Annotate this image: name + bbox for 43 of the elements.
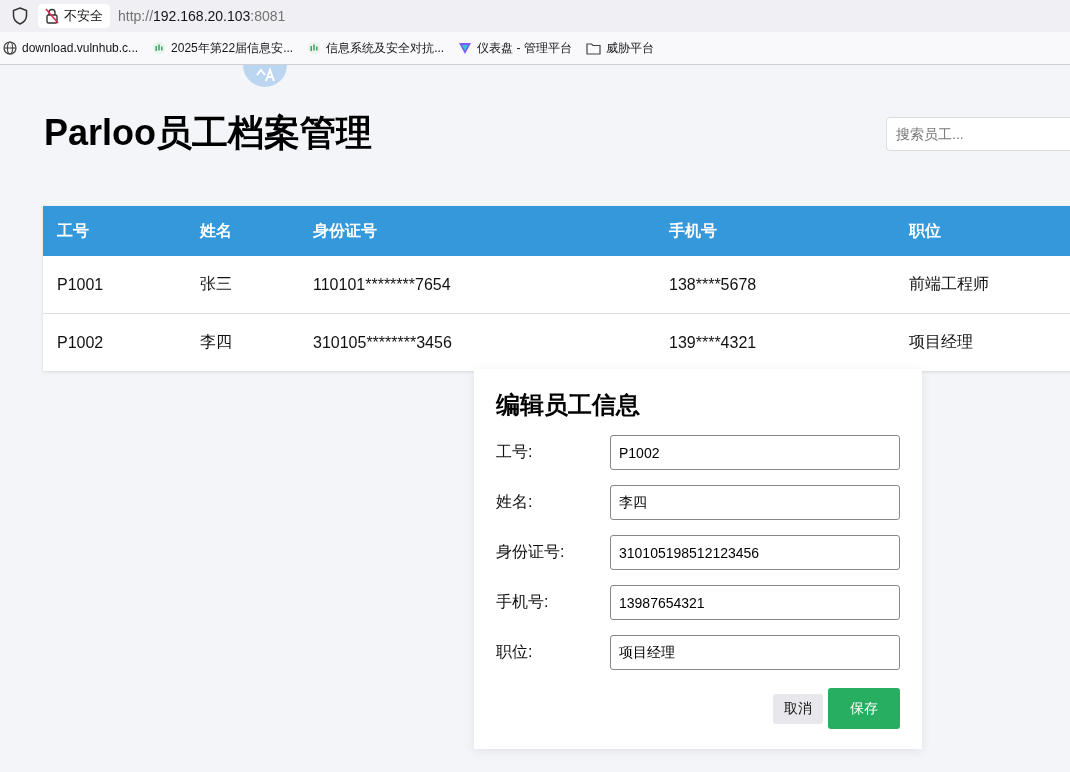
bookmark-item[interactable]: 仪表盘 - 管理平台 [458, 39, 572, 57]
field-label: 身份证号: [496, 542, 566, 562]
column-header: 工号 [43, 206, 186, 256]
field-label: 手机号: [496, 592, 550, 612]
address-field[interactable]: http://192.168.20.103:8081 [118, 8, 286, 24]
input-field[interactable]: P1002 [610, 435, 900, 470]
table-cell: P1002 [43, 313, 186, 371]
table-cell: 前端工程师 [895, 256, 1070, 314]
table-cell: P1001 [43, 256, 186, 314]
input-field[interactable]: 13987654321 [610, 585, 900, 620]
table-cell: 110101********7654 [299, 256, 655, 314]
column-header: 职位 [895, 206, 1070, 256]
lock-slash-icon [45, 8, 59, 24]
chart-icon [307, 41, 322, 55]
cancel-button[interactable]: 取消 [773, 693, 823, 724]
bookmark-item[interactable]: 威胁平台 [585, 39, 654, 57]
table-cell: 项目经理 [895, 313, 1070, 371]
bookmark-item[interactable]: 信息系统及安全对抗... [307, 39, 445, 57]
input-field[interactable]: 310105198512123456 [610, 535, 900, 570]
triangle-logo-icon [458, 41, 473, 55]
chart-icon [152, 41, 167, 55]
table-cell: 139****4321 [655, 313, 895, 371]
field-label: 职位: [496, 642, 534, 662]
input-field[interactable]: 李四 [610, 485, 900, 520]
field-label: 姓名: [496, 492, 534, 512]
table-cell: 李四 [186, 313, 299, 371]
shield-icon[interactable] [12, 7, 28, 25]
globe-icon [3, 41, 17, 55]
table-cell: 138****5678 [655, 256, 895, 314]
column-header: 手机号 [655, 206, 895, 256]
table-cell: 310105********3456 [299, 313, 655, 371]
column-header: 姓名 [186, 206, 299, 256]
input-field[interactable]: 项目经理 [610, 635, 900, 670]
field-label: 工号: [496, 442, 534, 462]
table-cell: 张三 [186, 256, 299, 314]
search-field[interactable]: 搜索员工... [886, 116, 1070, 151]
security-indicator[interactable]: 不安全 [38, 4, 110, 28]
dialog-title: 编辑员工信息 [496, 390, 641, 420]
page-title: Parloo员工档案管理 [44, 111, 373, 155]
folder-icon [585, 41, 601, 55]
bookmark-item[interactable]: 2025年第22届信息安... [152, 39, 294, 57]
column-header: 身份证号 [299, 206, 655, 256]
bookmark-item[interactable]: download.vulnhub.c... [3, 41, 139, 55]
